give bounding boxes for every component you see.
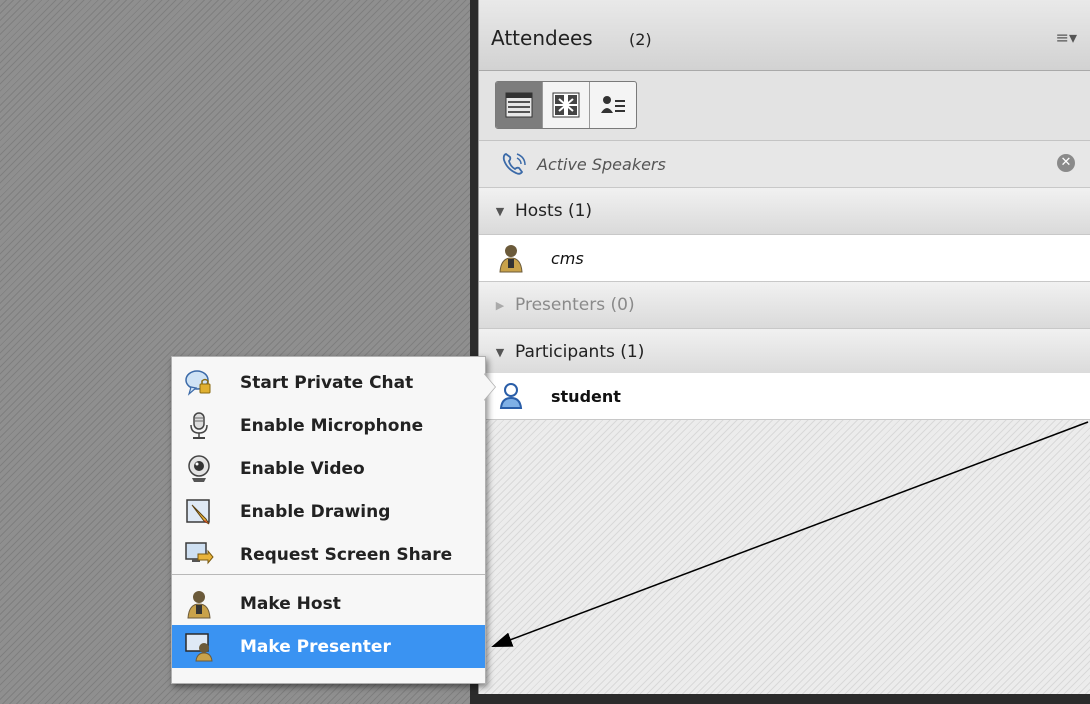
screen-share-icon: [184, 540, 214, 570]
group-presenters-label: Presenters (0): [515, 295, 635, 315]
microphone-icon: [184, 411, 214, 441]
bottom-border: [470, 694, 1090, 704]
pod-header: Attendees (2) ≡▾: [479, 0, 1090, 71]
menu-item-enable-microphone[interactable]: Enable Microphone: [172, 404, 485, 447]
detail-view-icon: [598, 91, 628, 119]
attendees-pod: Attendees (2) ≡▾ Active Speakers ✕ ▼ Hos…: [478, 0, 1090, 694]
menu-item-start-private-chat[interactable]: Start Private Chat: [172, 361, 485, 404]
close-icon[interactable]: ✕: [1057, 154, 1075, 172]
attendee-context-menu: Start Private Chat Enable Microphone Ena…: [171, 356, 486, 684]
menu-item-label: Enable Microphone: [240, 415, 424, 436]
participant-avatar-icon: [497, 381, 525, 411]
menu-item-enable-drawing[interactable]: Enable Drawing: [172, 490, 485, 533]
grid-view-icon: [551, 91, 581, 119]
detail-view-button[interactable]: [590, 82, 636, 128]
menu-item-make-host[interactable]: Make Host: [172, 582, 485, 625]
attendee-name: cms: [551, 248, 584, 268]
active-speakers-bar: Active Speakers ✕: [479, 141, 1090, 188]
list-view-icon: [504, 91, 534, 119]
grid-view-button[interactable]: [543, 82, 590, 128]
phone-speaker-icon: [501, 151, 527, 177]
group-participants-label: Participants (1): [515, 342, 645, 362]
menu-separator: [172, 574, 485, 575]
menu-item-make-presenter[interactable]: Make Presenter: [172, 625, 485, 668]
pod-title: Attendees: [491, 26, 593, 50]
expand-triangle-icon: ▼: [495, 345, 505, 359]
menu-item-enable-video[interactable]: Enable Video: [172, 447, 485, 490]
group-hosts[interactable]: ▼ Hosts (1): [479, 188, 1090, 235]
host-avatar-icon: [497, 243, 525, 273]
attendee-row-participant[interactable]: student: [479, 373, 1090, 420]
menu-item-label: Request Screen Share: [240, 544, 453, 565]
menu-item-label: Make Presenter: [240, 636, 391, 657]
active-speakers-label: Active Speakers: [537, 154, 666, 174]
list-view-button[interactable]: [496, 82, 543, 128]
pod-options-menu-icon[interactable]: ≡▾: [1056, 28, 1077, 47]
presenter-icon: [184, 632, 214, 662]
collapse-triangle-icon: ▶: [495, 298, 505, 312]
menu-item-label: Enable Video: [240, 458, 365, 479]
context-menu-pointer: [483, 373, 495, 401]
group-hosts-label: Hosts (1): [515, 201, 593, 221]
attendee-row-host[interactable]: cms: [479, 235, 1090, 282]
host-icon: [184, 589, 214, 619]
private-chat-icon: [184, 368, 214, 398]
group-participants[interactable]: ▼ Participants (1): [479, 329, 1090, 376]
menu-item-label: Enable Drawing: [240, 501, 391, 522]
menu-item-label: Make Host: [240, 593, 341, 614]
view-toolbar: [479, 71, 1090, 141]
menu-item-request-screen-share[interactable]: Request Screen Share: [172, 533, 485, 576]
webcam-icon: [184, 454, 214, 484]
attendee-count: (2): [629, 30, 652, 49]
menu-item-label: Start Private Chat: [240, 372, 414, 393]
drawing-pencil-icon: [184, 497, 214, 527]
view-mode-buttons: [495, 81, 637, 129]
expand-triangle-icon: ▼: [495, 204, 505, 218]
attendee-name: student: [551, 386, 621, 406]
group-presenters[interactable]: ▶ Presenters (0): [479, 282, 1090, 329]
